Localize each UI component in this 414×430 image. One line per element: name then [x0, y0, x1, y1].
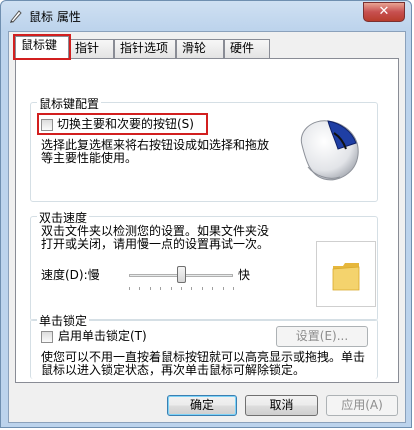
title-bar: 鼠标 属性 ✕ [1, 1, 411, 31]
tab-panel-buttons: 鼠标键配置 切换主要和次要的按钮(S) 选择此复选框来将右按钮设成如选择和拖放 … [15, 58, 399, 383]
checkbox-highlight [37, 113, 208, 135]
click-lock-settings-button[interactable]: 设置(E)... [276, 326, 368, 347]
slider-tick [170, 287, 172, 290]
tab-label: 指针选项 [120, 41, 169, 55]
double-click-description-2: 打开或关闭，请用慢一点的设置再试一次。 [41, 237, 270, 251]
speed-slow-label: 速度(D):慢 [41, 268, 100, 282]
group-label: 鼠标键配置 [37, 95, 102, 112]
mouse-properties-window: 鼠标 属性 ✕ 鼠标键 指针 指针选项 滑轮 硬件 鼠标键配置 切换主要和次要的… [0, 0, 412, 428]
slider-tick [191, 287, 193, 290]
button-label: 设置(E)... [295, 329, 349, 343]
click-lock-description-2: 鼠标以进入锁定状态，再次单击鼠标可解除锁定。 [41, 363, 306, 377]
tab-pointers[interactable]: 指针 [69, 39, 114, 58]
tab-hardware[interactable]: 硬件 [224, 39, 270, 58]
tab-label: 硬件 [230, 41, 255, 55]
mouse-properties-icon [8, 8, 24, 24]
slider-tick [201, 287, 203, 290]
ok-button[interactable]: 确定 [167, 395, 237, 416]
slider-tick [212, 287, 214, 290]
apply-button[interactable]: 应用(A) [326, 395, 398, 416]
slider-tick [149, 287, 151, 290]
slider-tick [139, 287, 141, 290]
slider-tick [129, 287, 130, 290]
folder-icon[interactable] [331, 258, 361, 295]
button-label: 确定 [189, 398, 214, 412]
active-tab-highlight [13, 34, 71, 60]
tab-label: 指针 [75, 41, 100, 55]
slider-tick [222, 287, 224, 290]
mouse-image [294, 115, 364, 190]
test-folder-area[interactable] [316, 241, 376, 307]
button-label: 应用(A) [341, 398, 383, 412]
speed-fast-label: 快 [238, 268, 251, 282]
click-lock-checkbox[interactable] [41, 331, 53, 343]
button-label: 取消 [269, 398, 294, 412]
client-area: 鼠标键 指针 指针选项 滑轮 硬件 鼠标键配置 切换主要和次要的按钮(S) 选择… [8, 31, 406, 423]
close-icon: ✕ [378, 4, 390, 19]
tab-label: 滑轮 [182, 41, 207, 55]
window-title: 鼠标 属性 [29, 10, 81, 24]
close-button[interactable]: ✕ [363, 2, 405, 22]
slider-tick [181, 287, 182, 290]
cancel-button[interactable]: 取消 [245, 395, 318, 416]
tab-wheel[interactable]: 滑轮 [176, 39, 224, 58]
slider-tick [160, 287, 162, 290]
button-config-description-2: 等主要性能使用。 [41, 151, 138, 165]
slider-tick [233, 287, 234, 290]
click-lock-label[interactable]: 启用单击锁定(T) [58, 330, 147, 343]
speed-slider-thumb[interactable] [177, 266, 186, 283]
group-label: 单击锁定 [37, 312, 90, 329]
tab-pointer-options[interactable]: 指针选项 [114, 39, 176, 58]
